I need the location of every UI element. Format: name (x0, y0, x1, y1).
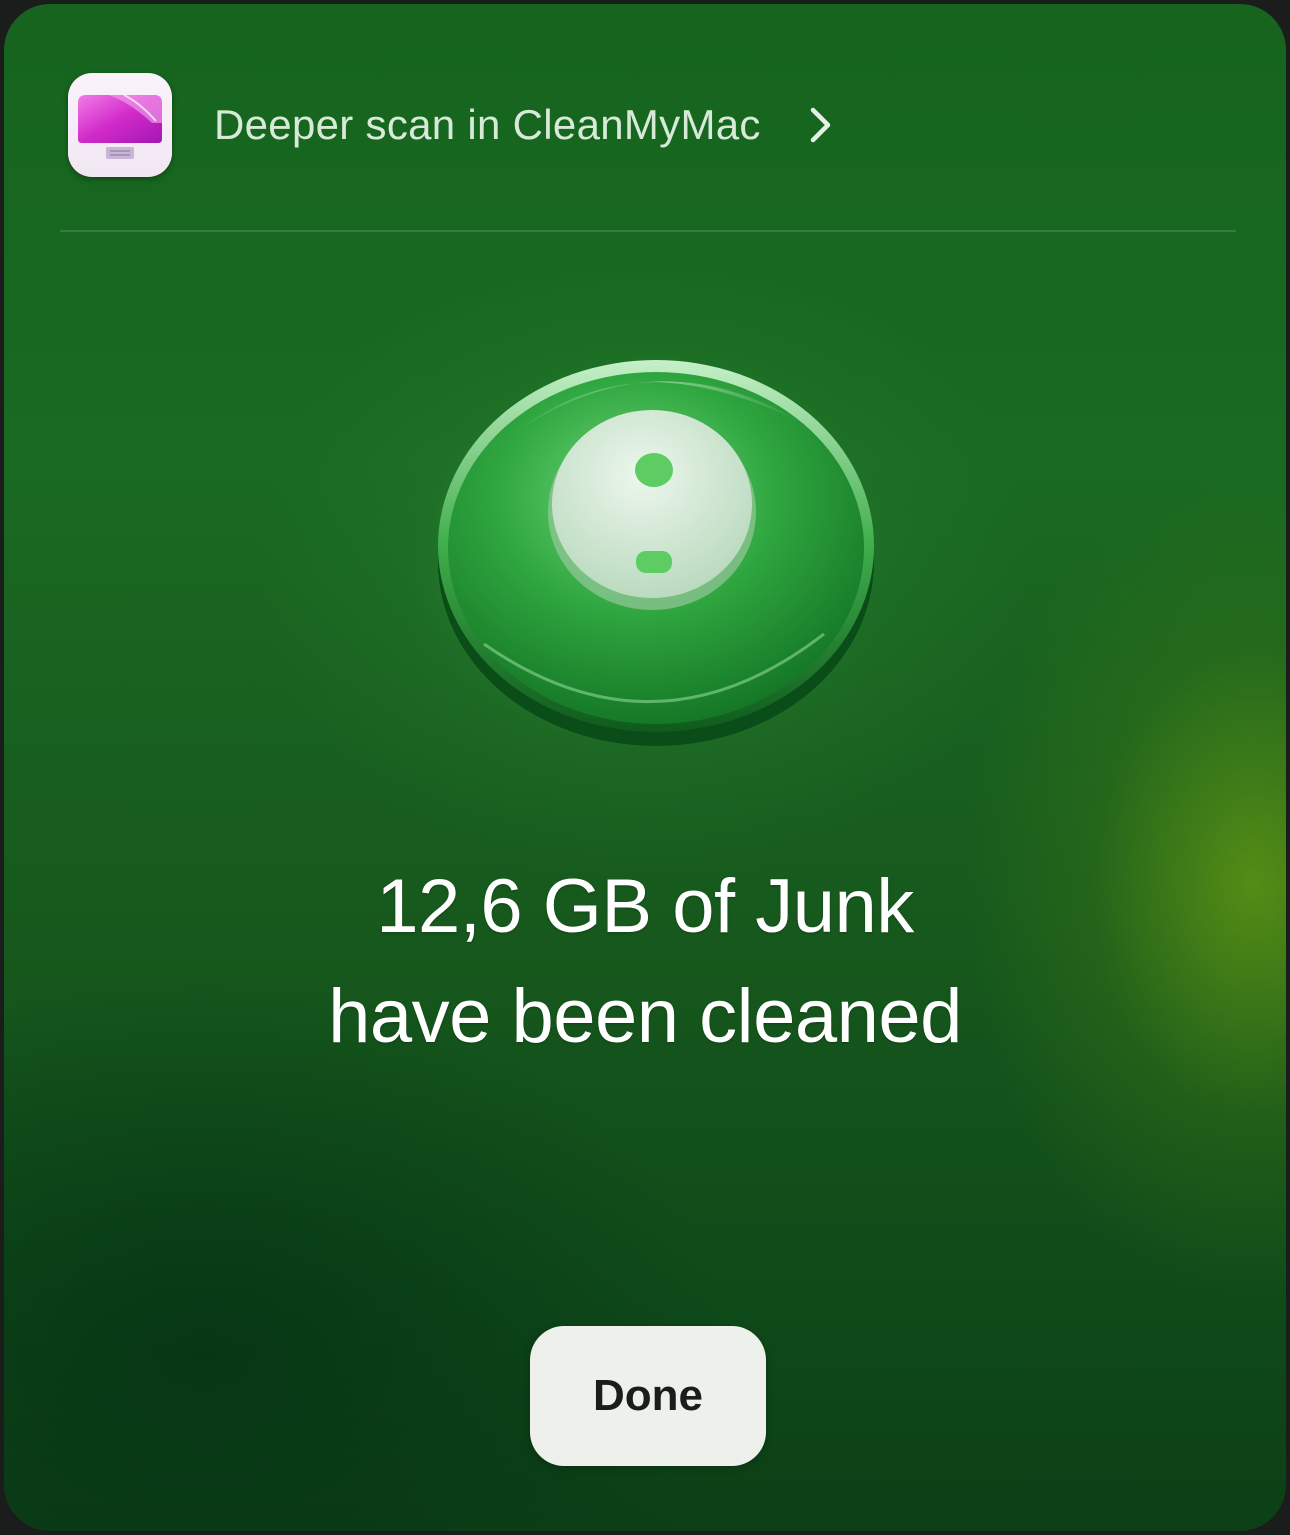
chevron-right-icon (810, 107, 830, 143)
cleanup-result-text: 12,6 GB of Junk have been cleaned (4, 852, 1286, 1072)
cleanup-result-line1: 12,6 GB of Junk (376, 864, 914, 949)
cleanmymac-app-icon (68, 73, 172, 177)
done-button[interactable]: Done (530, 1326, 766, 1466)
deeper-scan-link[interactable]: Deeper scan in CleanMyMac (68, 70, 835, 180)
deeper-scan-label: Deeper scan in CleanMyMac (214, 101, 761, 148)
cleanup-complete-panel: Deeper scan in CleanMyMac 12,6 GB of Jun… (4, 4, 1286, 1531)
green-disc-icon (424, 344, 894, 764)
header-divider (60, 230, 1236, 232)
cleanup-result-line2: have been cleaned (328, 974, 962, 1059)
